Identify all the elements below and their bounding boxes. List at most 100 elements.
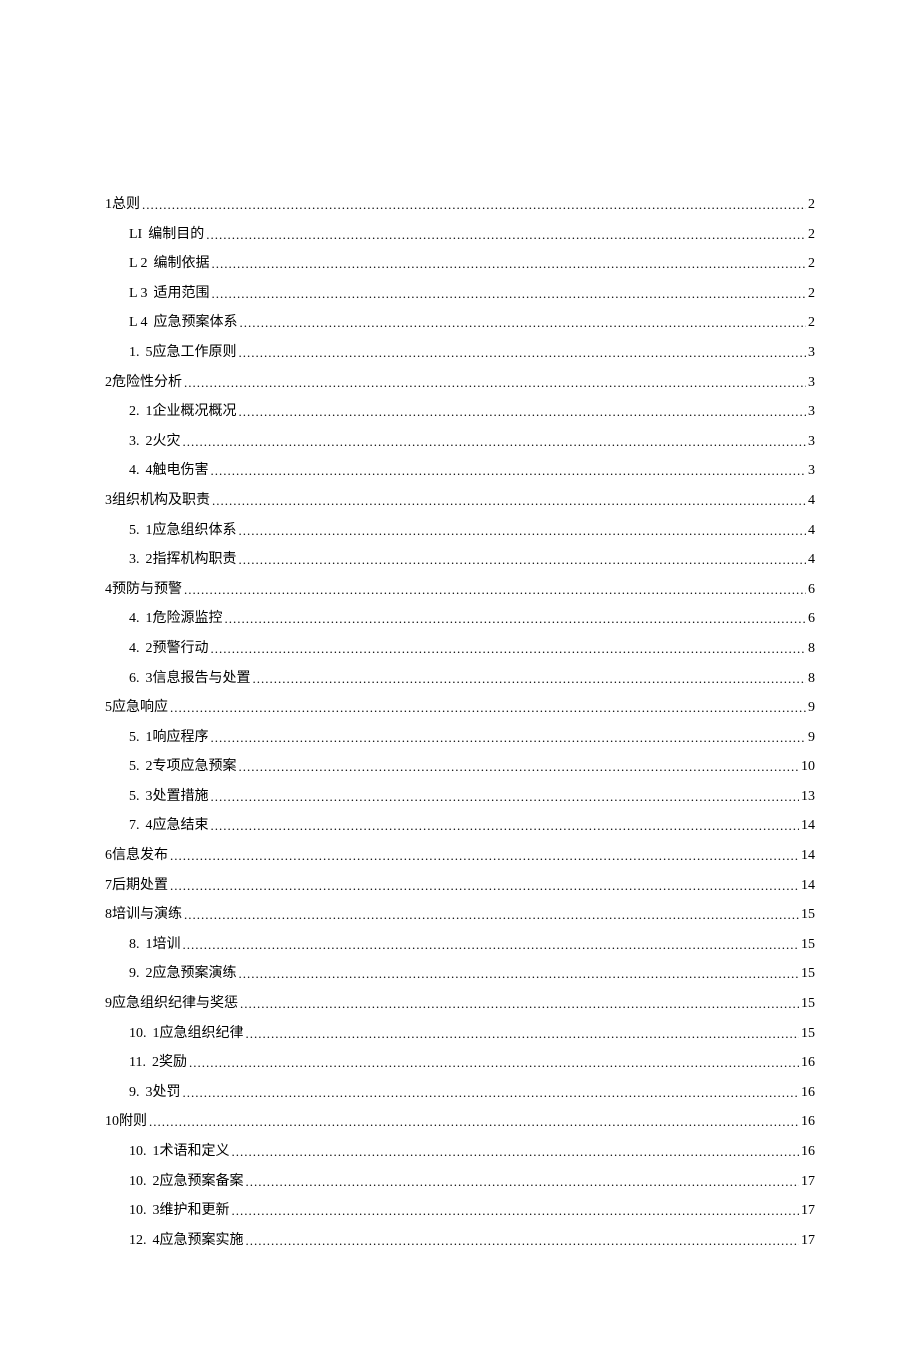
toc-page-number: 14 [801,816,815,836]
toc-entry: 4.4触电伤害 3 [105,461,815,481]
toc-page-number: 6 [808,580,815,600]
toc-title: 2应急预案备案 [153,1174,244,1189]
toc-entry: L 2编制依据2 [105,254,815,274]
toc-title: 1危险源监控 [146,611,223,626]
toc-page-number: 13 [801,787,815,807]
toc-number: 1. [129,345,140,360]
toc-number: 5. [129,523,140,538]
toc-leader-dots [232,1202,800,1220]
toc-number: 10. [129,1174,147,1189]
toc-label: 2.1企业概况概况 [129,402,237,422]
toc-page-number: 16 [801,1142,815,1162]
toc-leader-dots [142,196,806,214]
toc-leader-dots [183,1084,800,1102]
toc-label: LI 编制目的 [129,225,204,245]
toc-entry: 8.1培训15 [105,935,815,955]
toc-leader-dots [211,462,807,480]
toc-title: 3信息报告与处置 [146,671,251,686]
toc-title: 3处置措施 [146,789,209,804]
toc-leader-dots [239,758,800,776]
toc-label: 5.2专项应急预案 [129,757,237,777]
toc-number: L 2 [129,256,148,271]
toc-number: LI [129,227,142,242]
toc-title: 2奖励 [152,1055,187,1070]
toc-leader-dots [239,551,807,569]
toc-number: 9. [129,966,140,981]
toc-entry: L 4应急预案体系 2 [105,313,815,333]
toc-label: 2危险性分析 [105,373,182,393]
toc-number: 3. [129,434,140,449]
toc-label: 5.1应急组织体系 [129,521,237,541]
toc-page-number: 3 [808,343,815,363]
toc-page-number: 15 [801,994,815,1014]
toc-title: 1术语和定义 [153,1144,230,1159]
toc-leader-dots [225,610,807,628]
toc-text: 6 [105,848,112,863]
toc-number: 7. [129,818,140,833]
toc-label: 7.4应急结束 [129,816,209,836]
toc-label: 10. 1术语和定义 [129,1142,230,1162]
toc-label: 4.4触电伤害 [129,461,209,481]
toc-label: 3.2火灾 [129,432,181,452]
toc-leader-dots [211,788,800,806]
toc-leader-dots [239,965,800,983]
toc-number: 5. [129,730,140,745]
toc-title: 1响应程序 [146,730,209,745]
toc-label: 9.3处罚 [129,1083,181,1103]
toc-text: 3 [105,493,112,508]
toc-entry: 5.1应急组织体系4 [105,521,815,541]
toc-entry: 2危险性分析3 [105,373,815,393]
toc-number: 5. [129,789,140,804]
toc-number: 3. [129,552,140,567]
toc-page-number: 10 [801,757,815,777]
toc-label: 10.3维护和更新 [129,1201,230,1221]
toc-page-number: 17 [801,1172,815,1192]
toc-page-number: 2 [808,313,815,333]
toc-title: 应急组织纪律与奖惩 [112,996,238,1011]
toc-entry: 10.3维护和更新17 [105,1201,815,1221]
toc-page-number: 14 [801,876,815,896]
toc-page-number: 8 [808,669,815,689]
toc-entry: 10. 1术语和定义 16 [105,1142,815,1162]
toc-text: 8 [105,907,112,922]
toc-entry: 5应急响应9 [105,698,815,718]
toc-entry: 3.2火灾 3 [105,432,815,452]
toc-number: 4. [129,641,140,656]
toc-page-number: 3 [808,432,815,452]
toc-label: 10.1应急组织纪律 [129,1024,244,1044]
toc-number: 4. [129,611,140,626]
toc-title: 预防与预警 [112,582,182,597]
toc-leader-dots [212,285,806,303]
toc-page-number: 3 [808,461,815,481]
toc-title: 编制依据 [154,256,210,271]
toc-page-number: 15 [801,905,815,925]
toc-page-number: 8 [808,639,815,659]
toc-number: 12. [129,1233,147,1248]
toc-title: 2应急预案演练 [146,966,237,981]
toc-title: 3维护和更新 [153,1203,230,1218]
toc-page-number: 9 [808,698,815,718]
toc-entry: 5.2专项应急预案 10 [105,757,815,777]
toc-entry: 2.1企业概况概况3 [105,402,815,422]
toc-label: 11.2奖励 [129,1053,187,1073]
toc-title: 编制目的 [148,227,204,242]
toc-label: L 4应急预案体系 [129,313,238,333]
toc-entry: 9.2应急预案演练15 [105,964,815,984]
toc-leader-dots [184,374,806,392]
toc-page-number: 16 [801,1053,815,1073]
toc-number: 10. [129,1144,147,1159]
toc-label: 4. 1危险源监控 [129,609,223,629]
toc-title: 4应急预案实施 [153,1233,244,1248]
toc-label: 5. 1响应程序 [129,728,209,748]
toc-title: 4触电伤害 [146,463,209,478]
toc-title: 2预警行动 [146,641,209,656]
toc-entry: 9.3处罚16 [105,1083,815,1103]
toc-page-number: 2 [808,195,815,215]
toc-page-number: 4 [808,491,815,511]
toc-label: L 2 编制依据 [129,254,210,274]
toc-title: 1企业概况概况 [146,404,237,419]
toc-label: 3组织机构及职责 [105,491,210,511]
toc-leader-dots [239,522,807,540]
toc-leader-dots [184,906,799,924]
toc-number: 10. [129,1026,147,1041]
